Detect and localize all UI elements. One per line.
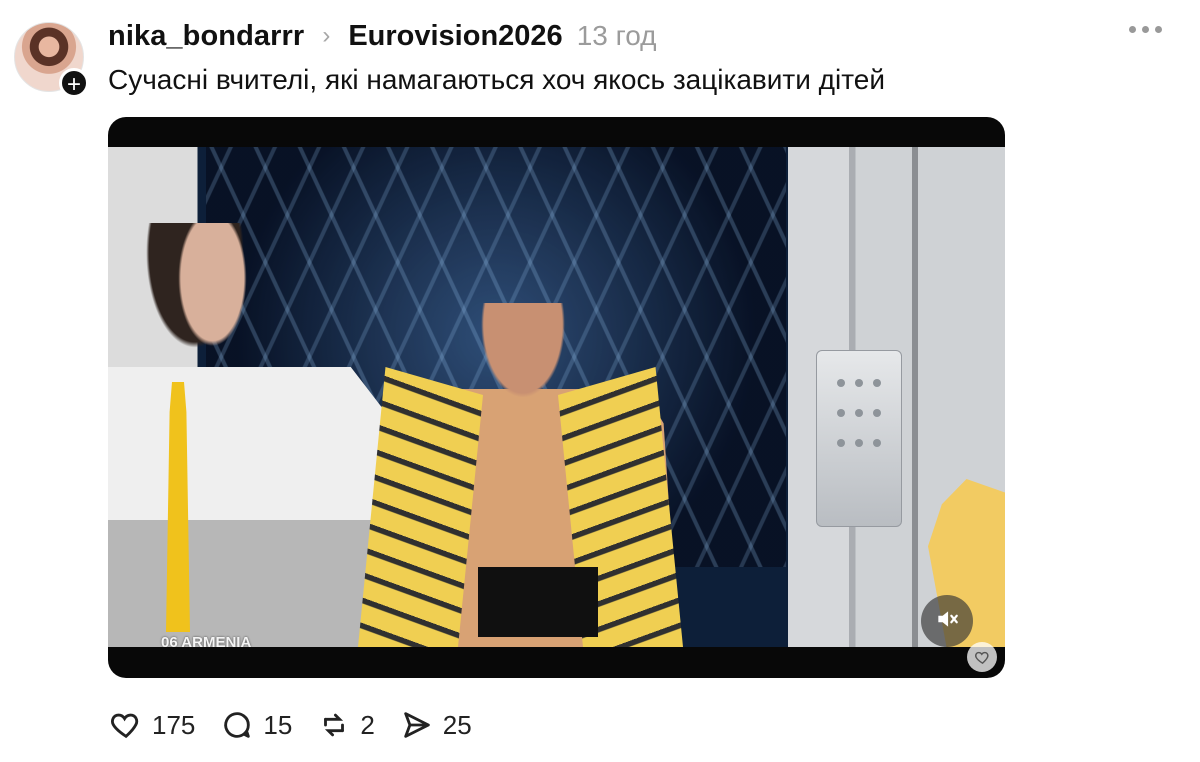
comment-bubble-icon (219, 707, 255, 743)
repost-icon (316, 707, 352, 743)
more-dot-icon (1129, 26, 1136, 33)
author-avatar-wrap[interactable]: + (14, 22, 89, 98)
follow-button[interactable]: + (59, 68, 89, 98)
panel-button (873, 379, 881, 387)
comment-count: 15 (263, 709, 293, 740)
like-count: 175 (152, 709, 196, 740)
belt (478, 567, 598, 637)
mute-speaker-icon (934, 606, 960, 637)
repost-action[interactable]: 2 (316, 707, 375, 743)
post-text: Сучасні вчителі, які намагаються хоч яко… (108, 64, 885, 95)
video-frame[interactable]: 06 ARMENIA (108, 147, 1005, 647)
panel-button (855, 379, 863, 387)
topic-link[interactable]: Eurovision2026 (348, 20, 562, 53)
panel-button (837, 409, 845, 417)
panel-button (837, 439, 845, 447)
panel-button (855, 439, 863, 447)
chevron-right-icon: › (322, 22, 331, 49)
panel-button (873, 439, 881, 447)
panel-button (873, 409, 881, 417)
heart-icon (108, 707, 144, 743)
panel-button (855, 409, 863, 417)
share-count: 25 (442, 709, 472, 740)
save-heart-icon[interactable] (967, 642, 997, 672)
repost-count: 2 (360, 709, 375, 740)
share-action[interactable]: 25 (399, 707, 472, 743)
elevator-control-panel (816, 350, 902, 527)
mute-button[interactable] (921, 595, 973, 647)
timestamp: 13 год (576, 20, 657, 51)
country-overlay: 06 ARMENIA (161, 634, 252, 647)
username-link[interactable]: nika_bondarrr (108, 20, 304, 53)
more-dot-icon (1142, 26, 1149, 33)
more-dot-icon (1155, 26, 1162, 33)
post-actions: 175 15 2 25 (108, 703, 472, 747)
comment-action[interactable]: 15 (219, 707, 292, 743)
more-options-icon[interactable] (1129, 26, 1162, 33)
post-header: nika_bondarrr › Eurovision2026 13 год (108, 16, 657, 56)
elevator-door-gap (912, 147, 918, 647)
like-action[interactable]: 175 (108, 707, 195, 743)
send-icon (399, 707, 435, 743)
panel-button (837, 379, 845, 387)
video-player[interactable]: 06 ARMENIA (108, 117, 1005, 678)
